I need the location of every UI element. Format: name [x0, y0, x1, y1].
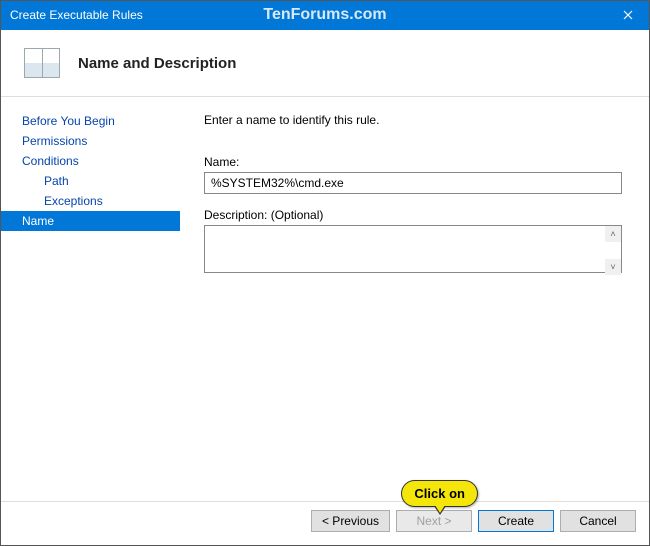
- sidebar-item-permissions[interactable]: Permissions: [0, 131, 180, 151]
- annotation-text: Click on: [401, 480, 478, 507]
- name-label: Name:: [204, 155, 622, 169]
- annotation-tail-icon: [434, 506, 446, 515]
- sidebar-item-conditions[interactable]: Conditions: [0, 151, 180, 171]
- titlebar: Create Executable Rules TenForums.com: [0, 0, 650, 30]
- annotation-callout: Click on: [401, 480, 478, 507]
- wizard-steps-sidebar: Before You Begin Permissions Conditions …: [0, 97, 180, 501]
- create-button[interactable]: Create: [478, 510, 554, 532]
- content-pane: Enter a name to identify this rule. Name…: [180, 97, 650, 501]
- watermark: TenForums.com: [263, 6, 386, 24]
- description-input[interactable]: [204, 225, 622, 273]
- close-button[interactable]: [605, 0, 650, 30]
- previous-button[interactable]: < Previous: [311, 510, 390, 532]
- sidebar-item-name[interactable]: Name: [0, 211, 180, 231]
- description-label: Description: (Optional): [204, 208, 622, 222]
- window-title: Create Executable Rules: [10, 8, 143, 22]
- close-icon: [623, 10, 633, 20]
- cancel-button[interactable]: Cancel: [560, 510, 636, 532]
- sidebar-item-path[interactable]: Path: [0, 171, 180, 191]
- scroll-down-icon[interactable]: ˅: [605, 259, 621, 275]
- instruction-text: Enter a name to identify this rule.: [204, 113, 622, 127]
- scroll-up-icon[interactable]: ˄: [605, 226, 621, 242]
- header-icon: [24, 48, 60, 78]
- sidebar-item-before-you-begin[interactable]: Before You Begin: [0, 111, 180, 131]
- page-title: Name and Description: [78, 55, 236, 72]
- name-input[interactable]: [204, 172, 622, 194]
- sidebar-item-exceptions[interactable]: Exceptions: [0, 191, 180, 211]
- button-bar: Click on < Previous Next > Create Cancel: [0, 501, 650, 539]
- wizard-header: Name and Description: [0, 30, 650, 97]
